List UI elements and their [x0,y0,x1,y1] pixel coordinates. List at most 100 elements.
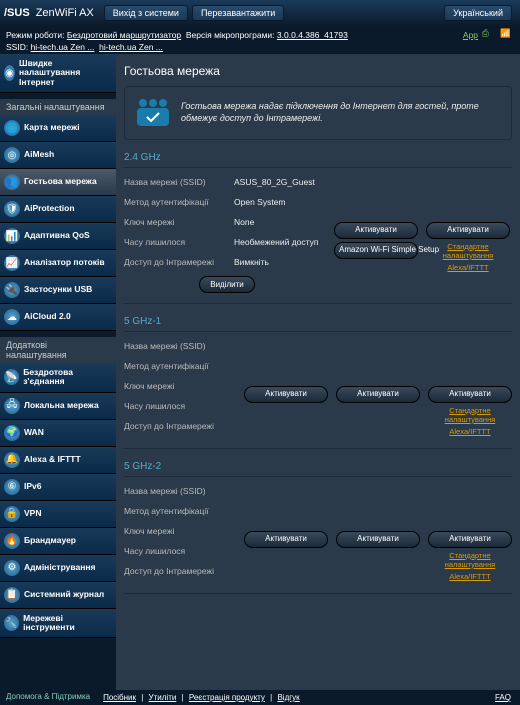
field-label: Доступ до Інтрамережі [124,257,234,267]
sidebar-icon: 📈 [4,255,20,271]
sidebar-item-label: Alexa & IFTTT [24,455,81,464]
sidebar-icon: 🔒 [4,506,20,522]
product-name: ZenWiFi AX [36,7,94,19]
sidebar-item[interactable]: 🔌Застосунки USB [0,277,116,304]
alexa-link[interactable]: Alexa/IFTTT [449,427,490,436]
sidebar-item[interactable]: 🌐Карта мережі [0,115,116,142]
enable-button[interactable]: Активувати [336,386,420,403]
enable-button[interactable]: Активувати [428,386,512,403]
page-content: Гостьова мережа Гостьова мережа надає пі… [116,54,520,690]
mode-label: Режим роботи: [6,30,64,40]
sidebar-item-label: Системний журнал [24,590,104,599]
enable-button[interactable]: Активувати [334,222,418,239]
sidebar-item[interactable]: 🔔 Alexa & IFTTT [0,447,116,474]
guest-slot: Активувати [244,531,328,548]
sidebar-icon: 🔔 [4,452,20,468]
enable-button[interactable]: Активувати [244,531,328,548]
enable-button[interactable]: Активувати [426,222,510,239]
band-header: 5 GHz-1 [124,312,512,332]
field-value: Необмежений доступ [234,237,330,247]
sidebar-item[interactable]: 📈 Аналізатор потоків [0,250,116,277]
band-header: 5 GHz-2 [124,457,512,477]
enable-button[interactable]: Активувати [244,386,328,403]
sidebar-item-label: VPN [24,509,41,518]
footer-link[interactable]: Реєстрація продукту [189,693,265,702]
default-note[interactable]: Стандартне налаштування [428,551,512,569]
faq-link[interactable]: FAQ [495,693,511,702]
sidebar: ◉ Швидке налаштування Інтернет Загальні … [0,54,116,690]
default-note[interactable]: Стандартне налаштування [428,406,512,424]
sidebar-icon: 🌐 [4,120,20,136]
default-note[interactable]: Стандартне налаштування [426,242,510,260]
field-label: Метод аутентифікації [124,361,234,371]
alexa-link[interactable]: Alexa/IFTTT [447,263,488,272]
footer-link[interactable]: Відгук [277,693,299,702]
field-label: Доступ до Інтрамережі [124,421,234,431]
sidebar-icon: ⑥ [4,479,20,495]
sidebar-item[interactable]: 🛡AiProtection [0,196,116,223]
band-header: 2.4 GHz [124,148,512,168]
logout-button[interactable]: Вихід з системи [104,5,188,21]
sidebar-item[interactable]: 🌍WAN [0,420,116,447]
sidebar-item[interactable]: 🔥Брандмауер [0,528,116,555]
sidebar-icon: 📊 [4,228,20,244]
users-icon [133,95,173,131]
enable-button[interactable]: Активувати [336,531,420,548]
gauge-icon: ◉ [4,65,15,81]
field-label: Часу лишилося [124,546,234,556]
field-label: Метод аутентифікації [124,197,234,207]
sidebar-icon: 🛡 [4,201,20,217]
sidebar-icon: 👥 [4,174,20,190]
help-link[interactable]: Допомога & Підтримка [6,693,90,702]
sidebar-item[interactable]: 📡Бездротова з'єднання [0,363,116,393]
ssid1[interactable]: hi-tech.ua Zen ... [31,42,95,52]
sidebar-item[interactable]: 🔧Мережеві інструменти [0,609,116,639]
sidebar-item[interactable]: ◎AiMesh [0,142,116,169]
band-block: Назва мережі (SSID)Метод аутентифікаціїК… [124,338,512,438]
field-label: Часу лишилося [124,401,234,411]
sidebar-item[interactable]: ⑥ IPv6 [0,474,116,501]
intro-text: Гостьова мережа надає підключення до Інт… [181,101,503,124]
alexa-link[interactable]: Alexa/IFTTT [449,572,490,581]
ssid-label: SSID: [6,42,28,52]
field-label: Метод аутентифікації [124,506,234,516]
sidebar-item[interactable]: 📋Системний журнал [0,582,116,609]
sidebar-item-label: Бездротова з'єднання [23,368,112,387]
enable-button[interactable]: Активувати [428,531,512,548]
brand-logo: /SUS [4,7,30,19]
field-label: Доступ до Інтрамережі [124,566,234,576]
intro-box: Гостьова мережа надає підключення до Інт… [124,86,512,140]
sidebar-icon: 🔥 [4,533,20,549]
app-link[interactable]: App [463,30,478,40]
sidebar-icon: 🔧 [4,615,19,631]
language-select[interactable]: Український [444,5,512,21]
amazon-setup-button[interactable]: Amazon Wi-Fi Simple Setup [334,242,418,259]
signal-icon[interactable]: 📶 [500,28,514,42]
sidebar-item[interactable]: 👥Гостьова мережа [0,169,116,196]
field-value: None [234,217,330,227]
sidebar-item[interactable]: ⚙Адміністрування [0,555,116,582]
field-label: Ключ мережі [124,217,234,227]
sidebar-quick-setup[interactable]: ◉ Швидке налаштування Інтернет [0,54,116,93]
mode-value[interactable]: Бездротовий маршрутизатор [67,30,181,40]
sidebar-item-label: IPv6 [24,482,42,491]
sidebar-item[interactable]: 🖧Локальна мережа [0,393,116,420]
reboot-button[interactable]: Перезавантажити [192,5,284,21]
fw-value[interactable]: 3.0.0.4.386_41793 [277,30,348,40]
sidebar-item-label: Аналізатор потоків [24,258,105,267]
usb-icon[interactable]: ⎙ [482,28,496,42]
guest-slot: Активувати [336,531,420,548]
field-label: Назва мережі (SSID) [124,177,234,187]
sidebar-icon: ☁ [4,309,20,325]
show-button[interactable]: Виділити [199,276,255,293]
footer-link[interactable]: Утиліти [149,693,177,702]
ssid2[interactable]: hi-tech.ua Zen ... [99,42,163,52]
footer-link[interactable]: Посібник [103,693,136,702]
sidebar-item[interactable]: 🔒 VPN [0,501,116,528]
guest-slot: Активувати Стандартне налаштування Alexa/I… [426,222,510,272]
sidebar-item-label: Адаптивна QoS [24,231,90,240]
sidebar-item[interactable]: ☁AiCloud 2.0 [0,304,116,331]
field-label: Назва мережі (SSID) [124,341,234,351]
sidebar-item[interactable]: 📊 Адаптивна QoS [0,223,116,250]
guest-slot: Активувати Стандартне налаштування Alexa/I… [428,386,512,436]
